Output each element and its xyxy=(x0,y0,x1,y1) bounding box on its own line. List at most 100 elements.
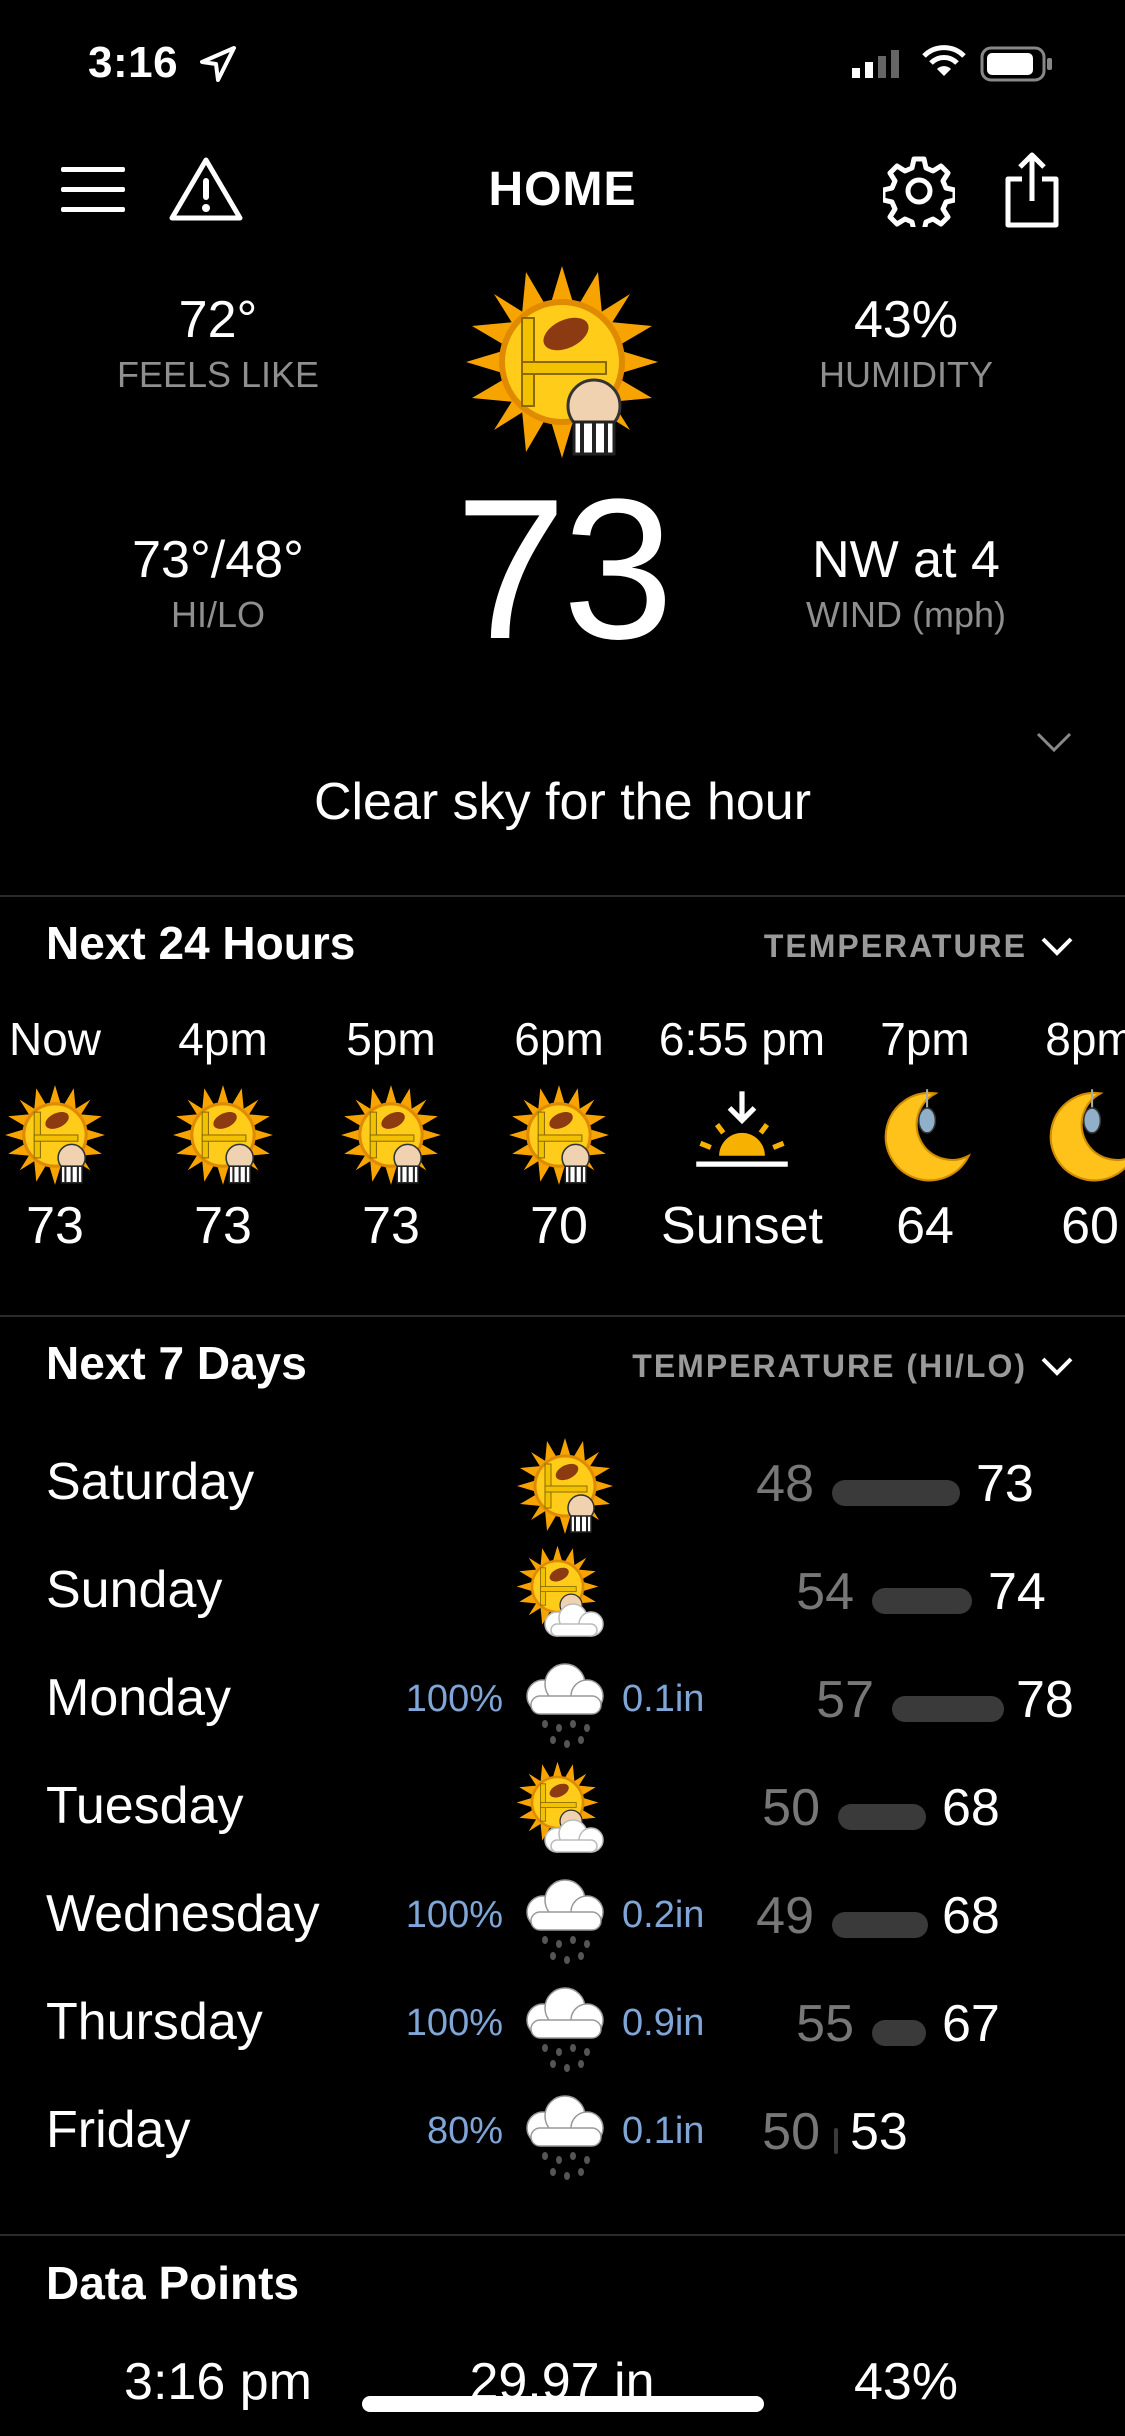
day-row[interactable]: Tuesday 50 68 xyxy=(0,1756,1125,1864)
hour-time: 7pm xyxy=(880,1013,970,1065)
data-point-value: 43% xyxy=(853,2353,959,2411)
divider xyxy=(0,2234,1125,2236)
hour-value: Sunset xyxy=(661,1197,823,1255)
page-title: HOME xyxy=(488,163,637,216)
hourly-item: 7pm 64 xyxy=(840,1012,1010,1256)
precip-chance: 80% xyxy=(426,2110,503,2152)
temp-range-bar xyxy=(892,1696,1004,1722)
day-high: 68 xyxy=(942,1779,1000,1837)
day-high: 74 xyxy=(988,1563,1046,1621)
day-name: Sunday xyxy=(46,1561,223,1619)
wifi-icon xyxy=(922,44,966,83)
partly-cloudy-football-icon xyxy=(510,1544,620,1644)
hourly-section-title: Next 24 Hours xyxy=(46,917,356,969)
precip-chance: 100% xyxy=(405,1678,503,1720)
day-row[interactable]: Monday 100% 0.1in 57 78 xyxy=(0,1648,1125,1756)
humidity-value: 43% xyxy=(853,291,959,349)
day-low: 48 xyxy=(756,1455,814,1513)
hour-time: Now xyxy=(8,1013,102,1065)
hourly-item: 8pm 60 xyxy=(1005,1012,1125,1256)
partly-cloudy-football-icon xyxy=(510,1760,620,1860)
sunset-icon xyxy=(632,1080,852,1190)
settings-gear-icon[interactable] xyxy=(882,154,956,228)
day-name: Saturday xyxy=(46,1453,255,1511)
temp-range-bar xyxy=(872,2020,926,2046)
day-high: 67 xyxy=(942,1995,1000,2053)
location-arrow-icon xyxy=(198,44,238,89)
sun-football-icon xyxy=(474,1080,644,1190)
hourly-item: 6pm 70 xyxy=(474,1012,644,1256)
sun-football-icon xyxy=(138,1080,308,1190)
hour-time: 6pm xyxy=(514,1013,604,1065)
day-low: 50 xyxy=(762,1779,820,1837)
feels-like-stat: 72° FEELS LIKE xyxy=(58,290,378,396)
day-low: 49 xyxy=(756,1887,814,1945)
temp-range-bar xyxy=(832,1480,960,1506)
divider xyxy=(0,1315,1125,1317)
hourly-item: 5pm 73 xyxy=(306,1012,476,1256)
data-points-title: Data Points xyxy=(46,2257,300,2309)
daily-metric-label: TEMPERATURE (HI/LO) xyxy=(632,1348,1027,1384)
day-name: Thursday xyxy=(46,1993,263,2051)
temp-range-bar xyxy=(832,1912,928,1938)
sun-football-icon xyxy=(510,1436,620,1536)
hourly-metric-label: TEMPERATURE xyxy=(763,928,1027,964)
rain-cloud-icon xyxy=(510,1976,620,2076)
daily-metric-selector[interactable]: TEMPERATURE (HI/LO) xyxy=(632,1348,1073,1385)
hourly-metric-selector[interactable]: TEMPERATURE xyxy=(764,928,1073,965)
hour-value: 70 xyxy=(530,1197,588,1255)
moon-icon xyxy=(1005,1080,1125,1190)
hourly-item: Now 73 xyxy=(0,1012,140,1256)
precip-amount: 0.9in xyxy=(622,2002,705,2044)
hour-summary: Clear sky for the hour xyxy=(313,773,812,831)
hour-time: 8pm xyxy=(1045,1013,1125,1065)
precip-amount: 0.1in xyxy=(622,2110,705,2152)
chevron-down-icon[interactable] xyxy=(1036,732,1072,759)
day-row[interactable]: Thursday 100% 0.9in 55 67 xyxy=(0,1972,1125,2080)
sun-football-icon xyxy=(0,1080,140,1190)
day-low: 54 xyxy=(796,1563,854,1621)
cellular-signal-icon xyxy=(852,50,902,83)
day-low: 50 xyxy=(762,2103,820,2161)
feels-like-value: 72° xyxy=(178,291,258,349)
hour-time: 4pm xyxy=(178,1013,268,1065)
day-low: 57 xyxy=(816,1671,874,1729)
precip-chance: 100% xyxy=(405,2002,503,2044)
hour-value: 73 xyxy=(26,1197,84,1255)
status-time: 3:16 xyxy=(88,38,179,87)
day-row[interactable]: Sunday 54 74 xyxy=(0,1540,1125,1648)
feels-like-label: FEELS LIKE xyxy=(116,354,320,395)
current-temperature: 73 xyxy=(455,458,673,681)
sun-football-icon xyxy=(306,1080,476,1190)
hour-value: 64 xyxy=(896,1197,954,1255)
rain-cloud-icon xyxy=(510,1652,620,1752)
hourly-item: 6:55 pm Sunset xyxy=(632,1012,852,1256)
day-row[interactable]: Wednesday 100% 0.2in 49 68 xyxy=(0,1864,1125,1972)
precip-amount: 0.1in xyxy=(622,1678,705,1720)
rain-cloud-icon xyxy=(510,2084,620,2184)
day-low: 55 xyxy=(796,1995,854,2053)
chevron-down-icon xyxy=(1041,1357,1073,1376)
hour-value: 60 xyxy=(1061,1197,1119,1255)
precip-chance: 100% xyxy=(405,1894,503,1936)
day-row[interactable]: Friday 80% 0.1in 50 53 xyxy=(0,2080,1125,2188)
day-name: Tuesday xyxy=(46,1777,244,1835)
hourly-item: 4pm 73 xyxy=(138,1012,308,1256)
share-icon[interactable] xyxy=(1000,150,1064,230)
hour-value: 73 xyxy=(362,1197,420,1255)
divider xyxy=(0,895,1125,897)
humidity-stat: 43% HUMIDITY xyxy=(746,290,1066,396)
home-indicator[interactable] xyxy=(362,2396,764,2412)
temp-range-bar xyxy=(834,2128,838,2154)
moon-icon xyxy=(840,1080,1010,1190)
hour-time: 5pm xyxy=(346,1013,436,1065)
data-point-value: 3:16 pm xyxy=(124,2353,312,2411)
sun-football-icon xyxy=(462,262,662,462)
temp-range-bar xyxy=(872,1588,972,1614)
battery-icon xyxy=(980,46,1054,87)
day-row[interactable]: Saturday 48 73 xyxy=(0,1432,1125,1540)
day-name: Wednesday xyxy=(46,1885,320,1943)
hour-value: 73 xyxy=(194,1197,252,1255)
chevron-down-icon xyxy=(1041,937,1073,956)
daily-section-title: Next 7 Days xyxy=(46,1337,307,1389)
